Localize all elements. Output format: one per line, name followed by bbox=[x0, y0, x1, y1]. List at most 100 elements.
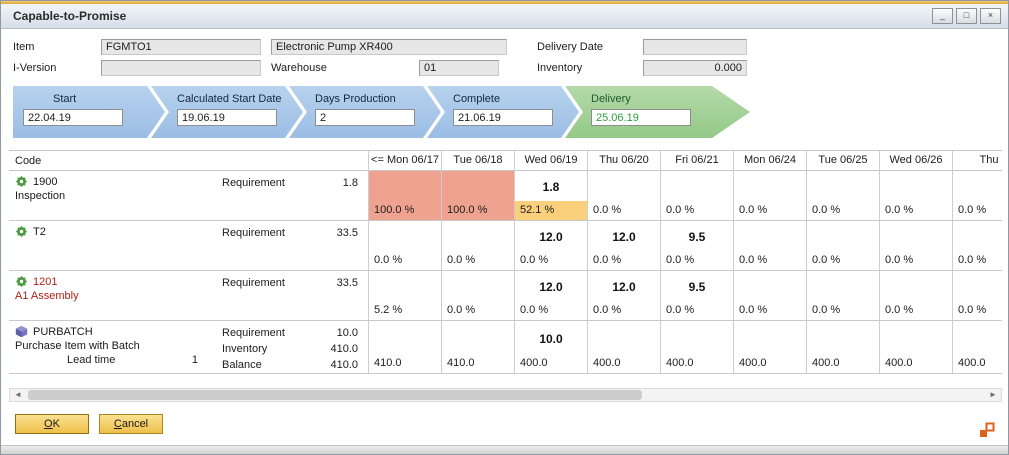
capacity-cell[interactable]: 0.0 % bbox=[806, 271, 879, 320]
date-column-header[interactable]: Tue 06/25 bbox=[806, 151, 879, 171]
quantity-value: 10.0 bbox=[515, 321, 587, 354]
capacity-cell[interactable]: 9.50.0 % bbox=[660, 271, 733, 320]
close-icon[interactable]: × bbox=[980, 8, 1001, 24]
scroll-right-icon[interactable]: ► bbox=[985, 389, 1001, 401]
load-percent: 0.0 % bbox=[734, 251, 806, 270]
load-percent: 400.0 bbox=[880, 354, 952, 373]
load-percent: 400.0 bbox=[588, 354, 660, 373]
item-code: PURBATCH bbox=[33, 326, 93, 338]
cancel-button[interactable]: Cancel bbox=[99, 414, 163, 434]
capacity-cell[interactable]: 12.00.0 % bbox=[587, 221, 660, 270]
scroll-left-icon[interactable]: ◄ bbox=[10, 389, 26, 401]
load-percent: 0.0 % bbox=[661, 251, 733, 270]
flow-step-label: Delivery bbox=[591, 93, 750, 105]
title-bar[interactable]: Capable-to-Promise _ □ × bbox=[1, 4, 1008, 29]
capacity-cell[interactable]: 400.0 bbox=[733, 321, 806, 373]
capacity-cell[interactable]: 0.0 % bbox=[879, 221, 952, 270]
capacity-cell[interactable]: 0.0 % bbox=[441, 221, 514, 270]
date-column-header[interactable]: <= Mon 06/17 bbox=[368, 151, 441, 171]
scrollbar-track[interactable] bbox=[26, 389, 985, 401]
row-measure-labels: Requirement bbox=[214, 271, 294, 320]
code-line: 1900 bbox=[15, 171, 214, 188]
capacity-cell[interactable]: 410.0 bbox=[368, 321, 441, 373]
maximize-icon[interactable]: □ bbox=[956, 8, 977, 24]
grid-row: 1900InspectionRequirement1.8100.0 %100.0… bbox=[9, 171, 1002, 221]
capacity-cell[interactable]: 0.0 % bbox=[952, 271, 1002, 320]
expand-form-icon[interactable] bbox=[979, 422, 995, 438]
iversion-field bbox=[101, 60, 261, 76]
days-production-input[interactable] bbox=[315, 109, 415, 126]
quantity-value: 1.8 bbox=[515, 171, 587, 201]
item-code: 1900 bbox=[33, 176, 57, 188]
grid-row: 1201A1 AssemblyRequirement33.55.2 %0.0 %… bbox=[9, 271, 1002, 321]
measure-value: 33.5 bbox=[294, 275, 358, 291]
capacity-cell[interactable]: 10.0400.0 bbox=[514, 321, 587, 373]
capacity-cell[interactable]: 100.0 % bbox=[368, 171, 441, 220]
quantity-value: 12.0 bbox=[588, 221, 660, 251]
value-column-header bbox=[294, 159, 368, 163]
measure-value: 410.0 bbox=[294, 341, 358, 357]
capacity-cell[interactable]: 0.0 % bbox=[587, 171, 660, 220]
capacity-cell[interactable]: 0.0 % bbox=[441, 271, 514, 320]
row-measure-labels: Requirement bbox=[214, 221, 294, 270]
load-percent: 400.0 bbox=[734, 354, 806, 373]
scrollbar-thumb[interactable] bbox=[28, 390, 642, 400]
date-column-header[interactable]: Wed 06/19 bbox=[514, 151, 587, 171]
capacity-cell[interactable]: 0.0 % bbox=[733, 271, 806, 320]
capacity-cell[interactable]: 0.0 % bbox=[660, 171, 733, 220]
capacity-cell[interactable]: 1.852.1 % bbox=[514, 171, 587, 220]
quantity-value bbox=[588, 321, 660, 354]
complete-date-input[interactable] bbox=[453, 109, 553, 126]
capacity-cell[interactable]: 0.0 % bbox=[952, 171, 1002, 220]
date-column-header[interactable]: Thu bbox=[952, 151, 1002, 171]
load-percent: 0.0 % bbox=[588, 251, 660, 270]
capacity-cell[interactable]: 0.0 % bbox=[733, 221, 806, 270]
capacity-cell[interactable]: 400.0 bbox=[587, 321, 660, 373]
quantity-value: 9.5 bbox=[661, 221, 733, 251]
load-percent: 0.0 % bbox=[807, 201, 879, 220]
load-percent: 400.0 bbox=[807, 354, 879, 373]
quantity-value: 12.0 bbox=[588, 271, 660, 301]
measure-label: Balance bbox=[222, 357, 294, 373]
horizontal-scrollbar[interactable]: ◄ ► bbox=[9, 388, 1002, 402]
minimize-icon[interactable]: _ bbox=[932, 8, 953, 24]
capacity-cell[interactable]: 0.0 % bbox=[806, 221, 879, 270]
capacity-cell[interactable]: 12.00.0 % bbox=[587, 271, 660, 320]
capacity-cell[interactable]: 400.0 bbox=[806, 321, 879, 373]
capacity-cell[interactable]: 0.0 % bbox=[879, 271, 952, 320]
capacity-cell[interactable]: 0.0 % bbox=[733, 171, 806, 220]
capacity-cell[interactable]: 410.0 bbox=[441, 321, 514, 373]
lead-time-line: Lead time1 bbox=[15, 352, 214, 366]
calculated-start-date-input[interactable] bbox=[177, 109, 277, 126]
capacity-cell[interactable]: 0.0 % bbox=[879, 171, 952, 220]
start-date-input[interactable] bbox=[23, 109, 123, 126]
date-column-header[interactable]: Wed 06/26 bbox=[879, 151, 952, 171]
capacity-cell[interactable]: 12.00.0 % bbox=[514, 271, 587, 320]
capacity-cell[interactable]: 0.0 % bbox=[368, 221, 441, 270]
flow-step-days-production: Days Production bbox=[289, 86, 441, 138]
date-column-header[interactable]: Mon 06/24 bbox=[733, 151, 806, 171]
capacity-cell[interactable]: 100.0 % bbox=[441, 171, 514, 220]
capacity-cell[interactable]: 9.50.0 % bbox=[660, 221, 733, 270]
ok-button[interactable]: OK bbox=[15, 414, 89, 434]
capacity-cell[interactable]: 0.0 % bbox=[952, 221, 1002, 270]
row-code-cell: T2 bbox=[9, 221, 214, 270]
quantity-value bbox=[953, 221, 1002, 251]
capacity-cell[interactable]: 0.0 % bbox=[806, 171, 879, 220]
capacity-cell[interactable]: 12.00.0 % bbox=[514, 221, 587, 270]
warehouse-field: 01 bbox=[419, 60, 499, 76]
capacity-cell[interactable]: 5.2 % bbox=[368, 271, 441, 320]
delivery-date-input[interactable] bbox=[591, 109, 691, 126]
date-column-header[interactable]: Thu 06/20 bbox=[587, 151, 660, 171]
warehouse-label: Warehouse bbox=[271, 60, 419, 76]
capacity-cell[interactable]: 400.0 bbox=[879, 321, 952, 373]
date-column-header[interactable]: Tue 06/18 bbox=[441, 151, 514, 171]
capacity-cell[interactable]: 400.0 bbox=[660, 321, 733, 373]
capacity-cell[interactable]: 400.0 bbox=[952, 321, 1002, 373]
quantity-value bbox=[880, 221, 952, 251]
date-column-header[interactable]: Fri 06/21 bbox=[660, 151, 733, 171]
quantity-value bbox=[661, 171, 733, 201]
quantity-value bbox=[661, 321, 733, 354]
measure-value: 410.0 bbox=[294, 357, 358, 373]
iversion-label: I-Version bbox=[13, 60, 101, 76]
